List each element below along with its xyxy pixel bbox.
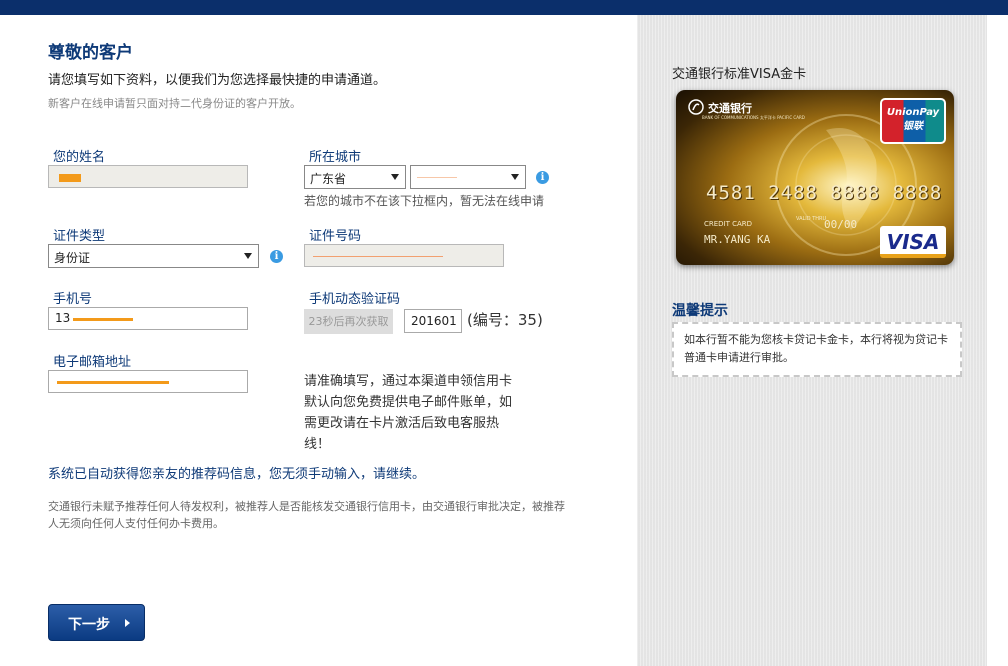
valid-thru-label: VALID THRU xyxy=(796,216,827,222)
chevron-down-icon xyxy=(244,253,252,259)
page-title: 尊敬的客户 xyxy=(48,43,133,63)
email-label: 电子邮箱地址 xyxy=(53,355,132,370)
mobile-field[interactable]: 13 xyxy=(48,307,248,330)
info-icon[interactable]: i xyxy=(536,171,549,184)
name-label: 您的姓名 xyxy=(53,150,106,165)
id-number-redaction xyxy=(313,256,443,257)
email-tip: 请准确填写，通过本渠道申领信用卡默认向您免费提供电子邮件账单，如需更改请在卡片激… xyxy=(304,374,513,452)
visa-logo: VISA xyxy=(880,226,946,258)
disclaimer: 交通银行未赋予推荐任何人待发权利，被推荐人是否能核发交通银行信用卡，由交通银行审… xyxy=(48,500,565,530)
card-number: 4581 2488 8888 8888 xyxy=(706,182,943,204)
resend-code-button[interactable]: 23秒后再次获取 xyxy=(304,309,393,334)
id-type-label: 证件类型 xyxy=(53,229,106,244)
sms-code-label: 手机动态验证码 xyxy=(309,292,401,307)
bank-logo-icon xyxy=(688,99,704,115)
email-redaction xyxy=(57,381,169,384)
next-button-label: 下一步 xyxy=(68,617,110,633)
info-icon[interactable]: i xyxy=(270,250,283,263)
id-type-select-value: 身份证 xyxy=(54,251,91,265)
card-type: CREDIT CARD xyxy=(704,220,753,228)
province-select-value: 广东省 xyxy=(310,172,347,186)
card-title: 交通银行标准VISA金卡 xyxy=(672,67,807,82)
name-redaction xyxy=(59,174,81,182)
unionpay-logo: UnionPay 银联 xyxy=(880,98,946,144)
credit-card-image: 交通银行 BANK OF COMMUNICATIONS 太平洋卡 PACIFIC… xyxy=(676,90,954,265)
mobile-field-value: 13 xyxy=(55,311,71,325)
chevron-down-icon xyxy=(511,174,519,180)
city-label: 所在城市 xyxy=(309,150,362,165)
page-subtitle: 请您填写如下资料，以便我们为您选择最快捷的申请通道。 xyxy=(48,73,387,88)
sms-code-field[interactable]: 201601 xyxy=(404,309,462,333)
page-note: 新客户在线申请暂只面对持二代身份证的客户开放。 xyxy=(48,97,301,110)
city-hint: 若您的城市不在该下拉框内，暂无法在线申请 xyxy=(304,194,545,208)
card-bank-name-en: BANK OF COMMUNICATIONS 太平洋卡 PACIFIC CARD xyxy=(702,115,805,120)
id-number-field[interactable] xyxy=(304,244,504,267)
card-expiry: 00/00 xyxy=(824,218,858,231)
referral-notice: 系统已自动获得您亲友的推荐码信息，您无须手动输入，请继续。 xyxy=(48,467,426,482)
tip-box: 如本行暂不能为您核卡贷记卡金卡，本行将视为贷记卡普通卡申请进行审批。 xyxy=(672,322,962,377)
unionpay-cn-label: 银联 xyxy=(903,121,923,132)
email-field[interactable] xyxy=(48,370,248,393)
chevron-down-icon xyxy=(391,174,399,180)
city-select[interactable] xyxy=(410,165,526,189)
mobile-redaction xyxy=(73,318,133,321)
city-redaction xyxy=(417,177,457,178)
id-number-label: 证件号码 xyxy=(309,229,362,244)
id-type-select[interactable]: 身份证 xyxy=(48,244,259,268)
province-select[interactable]: 广东省 xyxy=(304,165,406,189)
right-margin xyxy=(987,15,1008,666)
unionpay-label: UnionPay xyxy=(886,107,940,118)
sms-serial-note: (编号：35) xyxy=(467,311,543,329)
card-holder: MR.YANG KA xyxy=(704,233,771,246)
top-bar xyxy=(0,0,1008,15)
card-bank-name: 交通银行 xyxy=(708,102,752,115)
arrow-right-icon xyxy=(125,619,130,627)
next-button[interactable]: 下一步 xyxy=(48,604,145,641)
name-field[interactable] xyxy=(48,165,248,188)
mobile-label: 手机号 xyxy=(53,292,93,307)
tip-title: 温馨提示 xyxy=(672,303,728,319)
